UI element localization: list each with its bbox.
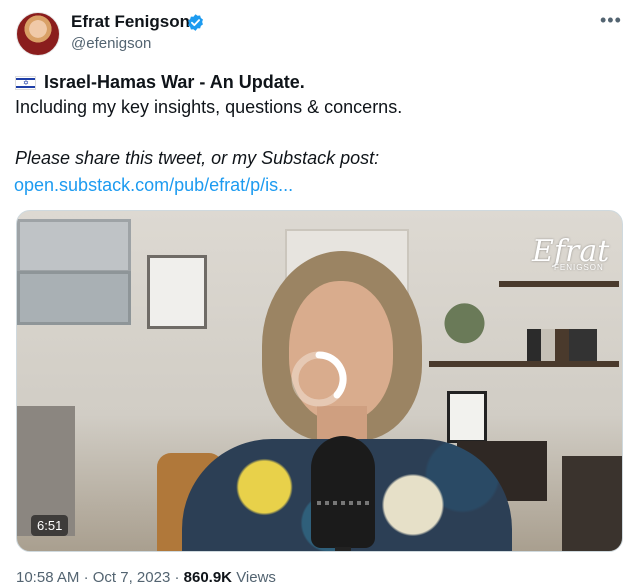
author-handle[interactable]: @efenigson [71,35,151,52]
substack-link[interactable]: open.substack.com/pub/efrat/p/is... [14,175,293,196]
tweet-title: Israel-Hamas War - An Update. [44,72,305,92]
video-player[interactable]: Efrat FENIGSON 6:51 [16,210,623,552]
tweet-title-line: ✡ Israel-Hamas War - An Update. [15,72,305,93]
picture-frame [447,391,487,443]
microphone [311,436,375,548]
plant [442,303,487,361]
verified-badge-icon [188,14,203,31]
microphone-grill [317,501,369,505]
more-options-icon[interactable]: ••• [600,10,622,31]
tweet-text-line: Including my key insights, questions & c… [15,97,403,117]
tweet-time[interactable]: 10:58 AM [16,569,79,586]
wall-mirror [17,271,131,325]
views-label: Views [236,569,276,586]
loading-spinner-icon [291,351,347,407]
picture-frame [147,255,207,329]
microphone-stand [335,547,351,551]
watermark-subtitle: FENIGSON [554,263,604,272]
tweet-date[interactable]: Oct 7, 2023 [93,569,171,586]
wall-shelf [499,281,619,287]
israel-flag-icon: ✡ [15,75,36,90]
tweet-italic-line: Please share this tweet, or my Substack … [15,148,380,168]
separator: · [174,569,180,586]
wall-shelf [429,361,619,367]
wall-cabinet [17,219,131,273]
views-count: 860.9K [183,569,233,586]
separator: · [83,569,89,586]
avatar[interactable] [16,12,60,56]
books [527,329,597,361]
cabinet [562,456,622,551]
tweet-meta: 10:58 AM · Oct 7, 2023 · 860.9K Views [16,569,276,586]
video-watermark-logo: Efrat FENIGSON [532,237,609,273]
author-name[interactable]: Efrat Fenigson [71,12,190,32]
video-duration: 6:51 [31,515,69,536]
